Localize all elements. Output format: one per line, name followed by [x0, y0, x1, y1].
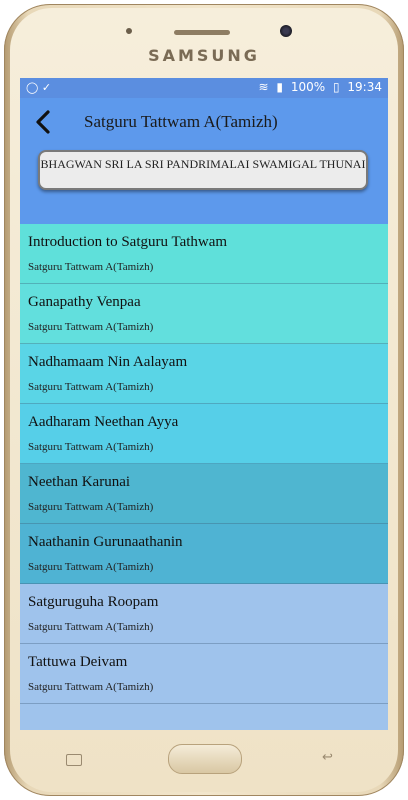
list-item-subtitle: Satguru Tattwam A(Tamizh) [28, 561, 154, 573]
list-item-subtitle: Satguru Tattwam A(Tamizh) [28, 621, 154, 633]
check-icon: ✓ [41, 81, 52, 94]
speaker-slot [174, 30, 230, 35]
back-key[interactable]: ↩ [322, 750, 340, 765]
wifi-icon: ≋ [258, 80, 269, 94]
list-item-title: Introduction to Satguru Tathwam [28, 234, 228, 250]
list-item-title: Ganapathy Venpaa [28, 294, 141, 310]
list-item[interactable]: Neethan Karunai Satguru Tattwam A(Tamizh) [20, 464, 388, 524]
sensor-dot [126, 28, 132, 34]
device-brand-label: SAMSUNG [148, 46, 260, 65]
list-item[interactable]: Nadhamaam Nin Aalayam Satguru Tattwam A(T… [20, 344, 388, 404]
status-notification-icons: ◯ ✓ [26, 81, 51, 94]
front-camera [280, 25, 292, 37]
list-item[interactable]: Ganapathy Venpaa Satguru Tattwam A(Tamizh… [20, 284, 388, 344]
signal-icon: ▮ [276, 80, 283, 94]
status-right: ≋ ▮ 100% ▯ 19:34 [255, 80, 383, 94]
list-item-title: Nadhamaam Nin Aalayam [28, 354, 188, 370]
list-item-title: Satguruguha Roopam [28, 594, 159, 610]
list-item-title: Aadharam Neethan Ayya [28, 414, 179, 430]
battery-icon: ▯ [332, 80, 340, 94]
list-item-subtitle: Satguru Tattwam A(Tamizh) [28, 501, 154, 513]
recent-apps-key[interactable] [66, 754, 82, 766]
list-item-title: Tattuwa Deivam [28, 654, 128, 670]
list-item[interactable]: Introduction to Satguru Tathwam Satguru T… [20, 224, 388, 284]
list-item-subtitle: Satguru Tattwam A(Tamizh) [28, 681, 154, 693]
list-item-subtitle: Satguru Tattwam A(Tamizh) [28, 441, 154, 453]
clock: 19:34 [347, 80, 382, 94]
list-item-title: Neethan Karunai [28, 474, 131, 490]
app-screen: ◯ ✓ ≋ ▮ 100% ▯ 19:34 Satguru Tattwam A(T… [20, 78, 388, 730]
list-item-title: Naathanin Gurunaathanin [28, 534, 183, 550]
list-item-subtitle: Satguru Tattwam A(Tamizh) [28, 261, 154, 273]
list-item[interactable]: Naathanin Gurunaathanin Satguru Tattwam A… [20, 524, 388, 584]
battery-percent: 100% [290, 80, 326, 94]
back-button[interactable] [30, 108, 58, 136]
page-title: Satguru Tattwam A(Tamizh) [84, 112, 278, 131]
home-button[interactable] [168, 744, 242, 774]
list-item-subtitle: Satguru Tattwam A(Tamizh) [28, 321, 154, 333]
status-bar: ◯ ✓ ≋ ▮ 100% ▯ 19:34 [20, 78, 388, 98]
song-list: Introduction to Satguru Tathwam Satguru T… [20, 224, 388, 704]
list-item[interactable]: Satguruguha Roopam Satguru Tattwam A(Tami… [20, 584, 388, 644]
list-item-subtitle: Satguru Tattwam A(Tamizh) [28, 381, 154, 393]
shield-icon: ◯ [26, 81, 39, 94]
list-item[interactable]: Tattuwa Deivam Satguru Tattwam A(Tamizh) [20, 644, 388, 704]
back-arrow-icon [36, 110, 50, 134]
banner-button[interactable]: BHAGWAN SRI LA SRI PANDRIMALAI SWAMIGAL … [38, 150, 368, 190]
list-item[interactable]: Aadharam Neethan Ayya Satguru Tattwam A(T… [20, 404, 388, 464]
